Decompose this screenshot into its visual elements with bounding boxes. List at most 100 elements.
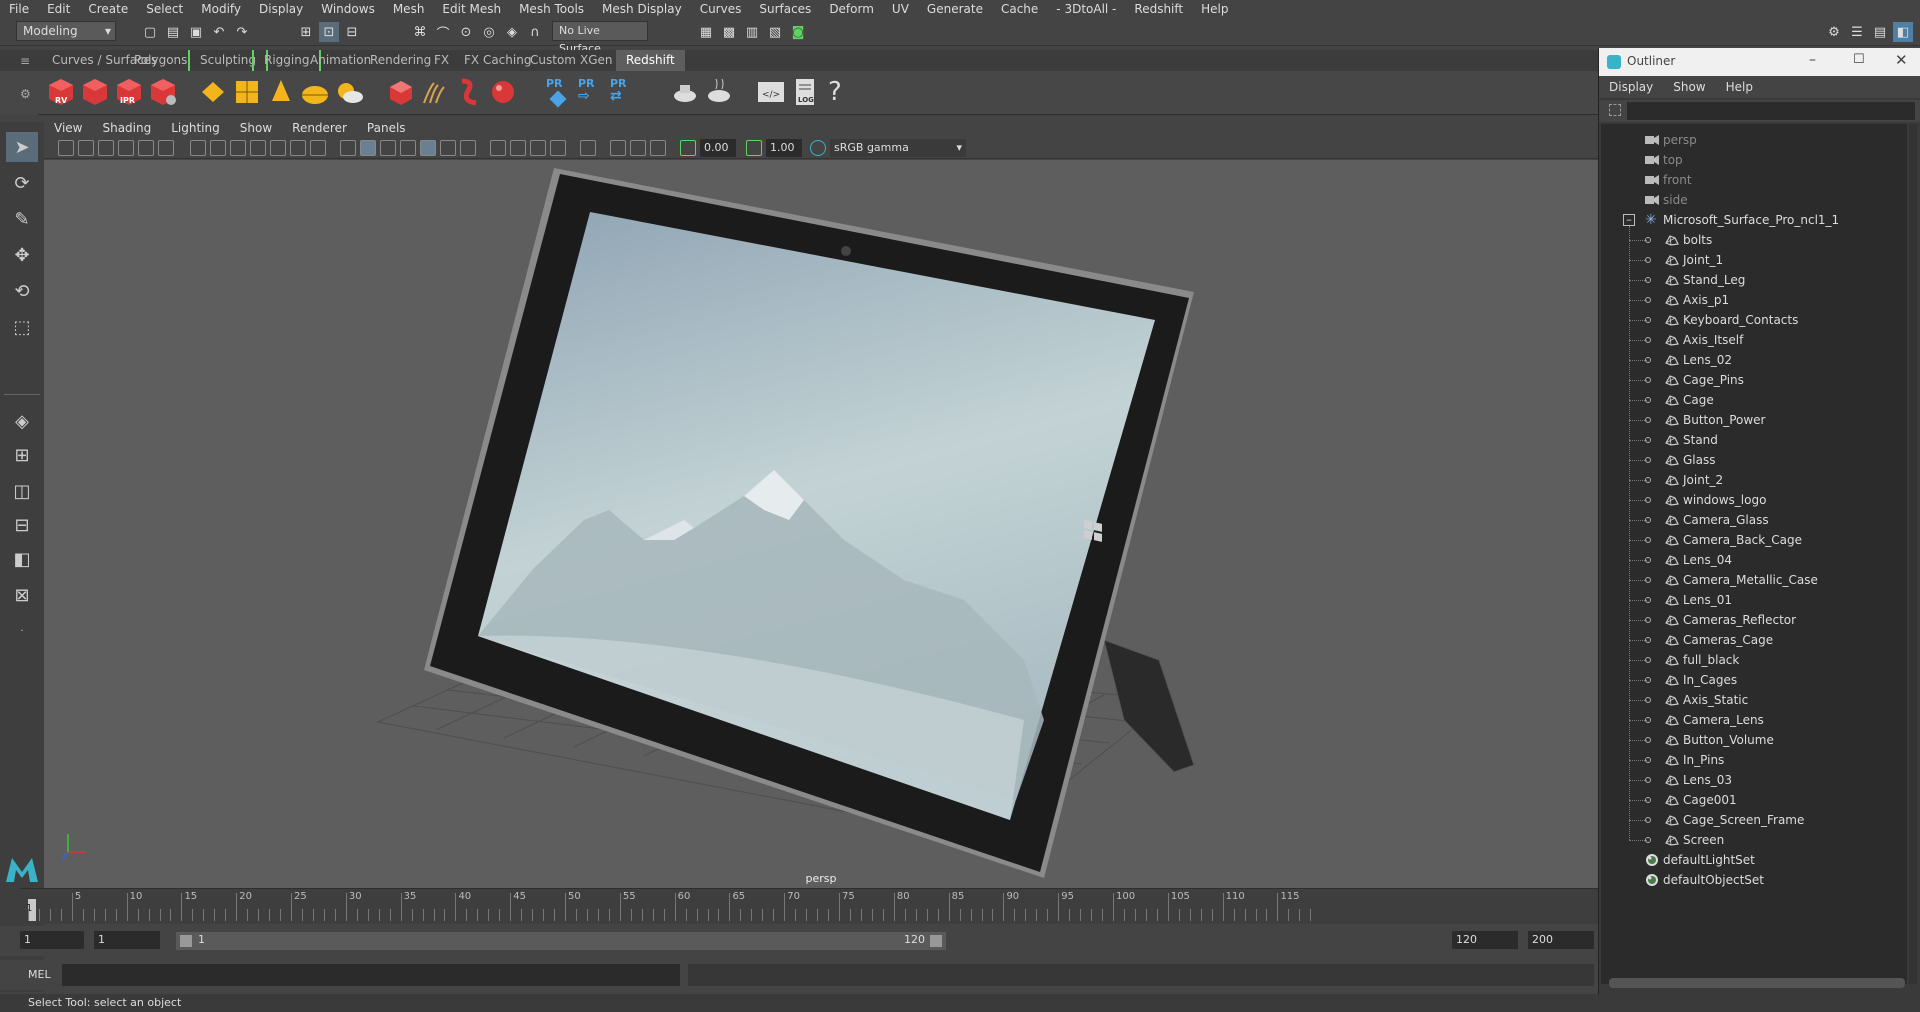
outliner-item-stand[interactable]: Stand xyxy=(1601,430,1907,450)
maximize-icon[interactable]: ☐ xyxy=(1853,52,1865,67)
panel-menu-shading[interactable]: Shading xyxy=(92,119,161,137)
outliner-item-persp[interactable]: persp xyxy=(1601,130,1907,150)
textured-icon[interactable] xyxy=(420,140,436,156)
outliner-item-camera-back-cage[interactable]: Camera_Back_Cage xyxy=(1601,530,1907,550)
outliner-item-in-cages[interactable]: In_Cages xyxy=(1601,670,1907,690)
four-view-icon[interactable]: ⊞ xyxy=(6,440,38,470)
playback-end-field[interactable]: 120 xyxy=(1452,931,1518,949)
live-surface-field[interactable]: No Live Surface xyxy=(552,21,648,55)
volume-teapot-icon[interactable] xyxy=(670,77,700,107)
menu-surfaces[interactable]: Surfaces xyxy=(750,0,820,18)
outliner-item-axis-p1[interactable]: Axis_p1 xyxy=(1601,290,1907,310)
menu-edit[interactable]: Edit xyxy=(38,0,79,18)
outliner-item-screen[interactable]: Screen xyxy=(1601,830,1907,850)
resolution-gate-icon[interactable] xyxy=(230,140,246,156)
outliner-item-glass[interactable]: Glass xyxy=(1601,450,1907,470)
render-frame-icon[interactable]: ▩ xyxy=(719,22,739,42)
snap-curve-icon[interactable]: ⌒ xyxy=(433,22,453,42)
menu-mesh-display[interactable]: Mesh Display xyxy=(593,0,691,18)
visibility-dot-icon[interactable] xyxy=(1645,417,1651,423)
visibility-dot-icon[interactable] xyxy=(1645,497,1651,503)
menu-select[interactable]: Select xyxy=(137,0,192,18)
paint-select-icon[interactable]: ✎ xyxy=(6,204,38,234)
use-all-lights-icon[interactable] xyxy=(440,140,456,156)
visibility-dot-icon[interactable] xyxy=(1645,837,1651,843)
log-icon[interactable]: LOG xyxy=(790,77,820,107)
menu-help[interactable]: Help xyxy=(1192,0,1237,18)
outliner-toggle-icon[interactable]: ◧ xyxy=(1893,22,1913,42)
close-icon[interactable]: ✕ xyxy=(1895,51,1908,69)
menu-display[interactable]: Display xyxy=(250,0,312,18)
persp-uv-icon[interactable]: ⊠ xyxy=(6,580,38,610)
safe-action-icon[interactable] xyxy=(290,140,306,156)
wireframe-icon[interactable] xyxy=(340,140,356,156)
outliner-menu-show[interactable]: Show xyxy=(1663,80,1715,94)
outliner-item-cameras-reflector[interactable]: Cameras_Reflector xyxy=(1601,610,1907,630)
open-scene-icon[interactable]: ▤ xyxy=(163,22,183,42)
visibility-dot-icon[interactable] xyxy=(1645,717,1651,723)
attribute-editor-icon[interactable]: ☰ xyxy=(1847,22,1867,42)
render-options-cube-icon[interactable] xyxy=(148,77,178,107)
menu-curves[interactable]: Curves xyxy=(691,0,751,18)
pr-export-icon[interactable]: PR xyxy=(546,77,576,108)
visibility-dot-icon[interactable] xyxy=(1645,597,1651,603)
outliner-h-scrollbar[interactable] xyxy=(1609,978,1905,988)
spot-light-icon[interactable] xyxy=(266,77,296,107)
visibility-dot-icon[interactable] xyxy=(1645,677,1651,683)
visibility-dot-icon[interactable] xyxy=(1645,337,1651,343)
move-tool-icon[interactable]: ✥ xyxy=(6,240,38,270)
visibility-dot-icon[interactable] xyxy=(1645,277,1651,283)
render-view-icon[interactable]: ▧ xyxy=(765,22,785,42)
visibility-dot-icon[interactable] xyxy=(1645,737,1651,743)
field-chart-icon[interactable] xyxy=(270,140,286,156)
persp-outliner-icon[interactable]: ◧ xyxy=(6,544,38,574)
outliner-item-joint-1[interactable]: Joint_1 xyxy=(1601,250,1907,270)
panel-menu-view[interactable]: View xyxy=(44,119,92,137)
gamma-field[interactable]: 1.00 xyxy=(766,139,802,157)
exposure-field[interactable]: 0.00 xyxy=(700,139,736,157)
isolate-select-icon[interactable] xyxy=(580,140,596,156)
depth-of-field-icon[interactable] xyxy=(550,140,566,156)
visibility-dot-icon[interactable] xyxy=(1645,697,1651,703)
color-management-icon[interactable] xyxy=(810,140,826,156)
visibility-dot-icon[interactable] xyxy=(1645,257,1651,263)
outliner-item-cage-pins[interactable]: Cage_Pins xyxy=(1601,370,1907,390)
visibility-dot-icon[interactable] xyxy=(1645,757,1651,763)
safe-title-icon[interactable] xyxy=(310,140,326,156)
visibility-dot-icon[interactable] xyxy=(1645,357,1651,363)
camera-attributes-icon[interactable] xyxy=(78,140,94,156)
outliner-search-input[interactable] xyxy=(1627,102,1915,120)
collapse-toggle-icon[interactable]: – xyxy=(1623,214,1635,226)
outliner-item-top[interactable]: top xyxy=(1601,150,1907,170)
exposure-toggle-icon[interactable] xyxy=(680,140,696,156)
menu-mesh-tools[interactable]: Mesh Tools xyxy=(510,0,593,18)
visibility-dot-icon[interactable] xyxy=(1645,557,1651,563)
camera-select-icon[interactable] xyxy=(58,140,74,156)
visibility-dot-icon[interactable] xyxy=(1645,617,1651,623)
outliner-item-bolts[interactable]: bolts xyxy=(1601,230,1907,250)
visibility-dot-icon[interactable] xyxy=(1645,657,1651,663)
visibility-dot-icon[interactable] xyxy=(1645,297,1651,303)
menu-modify[interactable]: Modify xyxy=(192,0,250,18)
panel-menu-lighting[interactable]: Lighting xyxy=(161,119,230,137)
command-input[interactable] xyxy=(62,964,680,986)
help-icon[interactable]: ? xyxy=(828,77,858,107)
ipr-render-icon[interactable]: ▥ xyxy=(742,22,762,42)
menu-deform[interactable]: Deform xyxy=(820,0,883,18)
area-light-icon[interactable] xyxy=(198,77,228,107)
outliner-item-front[interactable]: front xyxy=(1601,170,1907,190)
outliner-item-cameras-cage[interactable]: Cameras_Cage xyxy=(1601,630,1907,650)
menu-uv[interactable]: UV xyxy=(883,0,918,18)
shadows-icon[interactable] xyxy=(460,140,476,156)
range-start-handle[interactable] xyxy=(180,935,192,947)
snap-magnet-icon[interactable]: ∩ xyxy=(525,22,545,42)
snap-grid-icon[interactable]: ⌘ xyxy=(410,22,430,42)
persp-graph-icon[interactable]: ⊟ xyxy=(6,510,38,540)
menu-create[interactable]: Create xyxy=(79,0,137,18)
outliner-scrollbar[interactable] xyxy=(1909,124,1917,984)
pr-sync-icon[interactable]: PR ⇄ xyxy=(610,77,640,107)
outliner-item-camera-glass[interactable]: Camera_Glass xyxy=(1601,510,1907,530)
animation-end-field[interactable]: 200 xyxy=(1528,931,1594,949)
animation-start-field[interactable]: 1 xyxy=(20,931,84,949)
outliner-item-joint-2[interactable]: Joint_2 xyxy=(1601,470,1907,490)
